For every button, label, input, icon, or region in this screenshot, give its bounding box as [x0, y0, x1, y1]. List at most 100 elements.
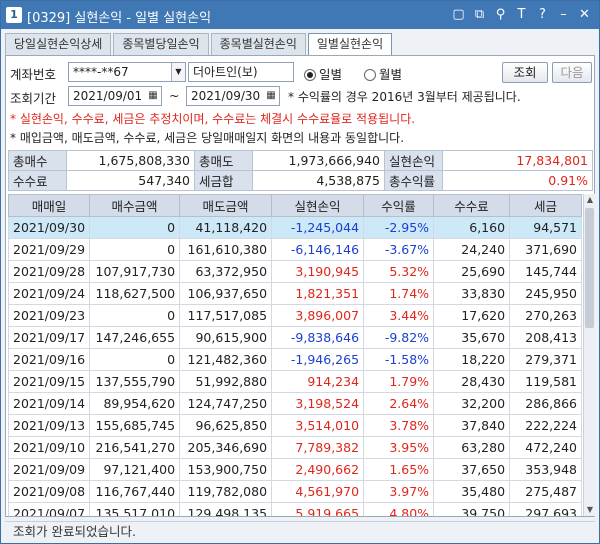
col-header-sell-amount[interactable]: 매도금액 — [179, 194, 273, 217]
help-icon[interactable]: ? — [534, 6, 551, 23]
cell-date: 2021/09/16 — [8, 348, 91, 371]
cell-fee: 35,670 — [433, 326, 511, 349]
cell-tax: 222,224 — [509, 414, 582, 437]
summary-table: 총매수 1,675,808,330 총매도 1,973,666,940 실현손익… — [8, 150, 593, 191]
scroll-up-icon[interactable]: ▲ — [584, 194, 596, 206]
cell-return: 5.32% — [363, 260, 435, 283]
cell-tax: 297,693 — [509, 502, 582, 516]
pin-icon[interactable]: ⚲ — [492, 6, 509, 23]
cell-date: 2021/09/17 — [8, 326, 91, 349]
cell-buy-amount: 107,917,730 — [89, 260, 181, 283]
minimize-icon[interactable]: – — [555, 6, 572, 23]
col-header-buy-amount[interactable]: 매수금액 — [89, 194, 181, 217]
cell-sell-amount: 117,517,085 — [179, 304, 273, 327]
font-size-icon[interactable]: T — [513, 6, 530, 23]
table-row[interactable]: 2021/09/28 107,917,730 63,372,950 3,190,945… — [8, 260, 582, 283]
realized-value: 17,834,801 — [442, 150, 593, 171]
window-icon[interactable]: ▢ — [450, 6, 467, 23]
table-row[interactable]: 2021/09/14 89,954,620 124,747,250 3,198,524… — [8, 392, 582, 415]
cell-fee: 37,840 — [433, 414, 511, 437]
tab-bar: 당일실현손익상세 종목별당일손익 종목별실현손익 일별실현손익 — [5, 33, 394, 55]
date-from-field[interactable]: 2021/09/01 ▦ — [68, 86, 162, 106]
cell-sell-amount: 119,782,080 — [179, 480, 273, 503]
cell-return: 3.78% — [363, 414, 435, 437]
cell-buy-amount: 135,517,010 — [89, 502, 181, 516]
radio-daily[interactable]: 일별 — [304, 64, 342, 83]
calendar-icon[interactable]: ▦ — [264, 88, 278, 104]
cell-fee: 18,220 — [433, 348, 511, 371]
cell-tax: 286,866 — [509, 392, 582, 415]
cell-sell-amount: 96,625,850 — [179, 414, 273, 437]
cell-realized-pnl: 3,190,945 — [271, 260, 365, 283]
cell-return: 1.79% — [363, 370, 435, 393]
col-header-date[interactable]: 매매일 — [8, 194, 91, 217]
cell-buy-amount: 147,246,655 — [89, 326, 181, 349]
table-row[interactable]: 2021/09/17 147,246,655 90,615,900 -9,838,64… — [8, 326, 582, 349]
col-header-fee[interactable]: 수수료 — [433, 194, 511, 217]
table-row[interactable]: 2021/09/09 97,121,400 153,900,750 2,490,662… — [8, 458, 582, 481]
next-button[interactable]: 다음 — [552, 62, 592, 83]
col-header-tax[interactable]: 세금 — [509, 194, 582, 217]
cell-sell-amount: 124,747,250 — [179, 392, 273, 415]
account-select[interactable]: ****-**67 ▼ — [68, 62, 186, 82]
radio-monthly-dot[interactable] — [364, 69, 376, 81]
table-row[interactable]: 2021/09/15 137,555,790 51,992,880 914,234 1.… — [8, 370, 582, 393]
cell-fee: 35,480 — [433, 480, 511, 503]
cell-return: 1.74% — [363, 282, 435, 305]
cell-fee: 25,690 — [433, 260, 511, 283]
cell-return: 3.97% — [363, 480, 435, 503]
col-header-realized-pnl[interactable]: 실현손익 — [271, 194, 365, 217]
cell-date: 2021/09/24 — [8, 282, 91, 305]
radio-monthly[interactable]: 월별 — [364, 64, 402, 83]
table-row[interactable]: 2021/09/13 155,685,745 96,625,850 3,514,010… — [8, 414, 582, 437]
cell-realized-pnl: -9,838,646 — [271, 326, 365, 349]
table-row[interactable]: 2021/09/07 135,517,010 129,498,135 5,919,66… — [8, 502, 582, 516]
col-header-return[interactable]: 수익률 — [363, 194, 435, 217]
table-row[interactable]: 2021/09/10 216,541,270 205,346,690 7,789,38… — [8, 436, 582, 459]
cell-sell-amount: 51,992,880 — [179, 370, 273, 393]
chevron-down-icon[interactable]: ▼ — [171, 63, 185, 81]
cell-return: -2.95% — [363, 216, 435, 239]
cell-return: 2.64% — [363, 392, 435, 415]
copy-icon[interactable]: ⧉ — [471, 6, 488, 23]
tab-stock-realized-pnl[interactable]: 종목별실현손익 — [210, 33, 306, 55]
cell-fee: 63,280 — [433, 436, 511, 459]
cell-date: 2021/09/23 — [8, 304, 91, 327]
table-row[interactable]: 2021/09/08 116,767,440 119,782,080 4,561,97… — [8, 480, 582, 503]
table-row[interactable]: 2021/09/16 0 121,482,360 -1,946,265 -1.58% 18… — [8, 348, 582, 371]
cell-tax: 94,571 — [509, 216, 582, 239]
daily-pnl-grid[interactable]: 매매일 매수금액 매도금액 실현손익 수익률 수수료 세금 2021/09/30… — [8, 194, 582, 516]
cell-buy-amount: 216,541,270 — [89, 436, 181, 459]
scroll-down-icon[interactable]: ▼ — [584, 504, 596, 516]
date-to-field[interactable]: 2021/09/30 ▦ — [186, 86, 280, 106]
tab-daily-realized-pnl[interactable]: 일별실현손익 — [307, 33, 393, 55]
cell-buy-amount: 0 — [89, 304, 181, 327]
cell-tax: 472,240 — [509, 436, 582, 459]
cell-return: 3.95% — [363, 436, 435, 459]
total-buy-label: 총매수 — [8, 150, 67, 171]
period-tilde: ~ — [169, 88, 180, 103]
account-name-field: 더아트인(보) — [188, 62, 294, 82]
cell-buy-amount: 89,954,620 — [89, 392, 181, 415]
tab-stock-daily-pnl[interactable]: 종목별당일손익 — [113, 33, 209, 55]
table-row[interactable]: 2021/09/24 118,627,500 106,937,650 1,821,35… — [8, 282, 582, 305]
table-row[interactable]: 2021/09/29 0 161,610,380 -6,146,146 -3.67% 24… — [8, 238, 582, 261]
table-row[interactable]: 2021/09/30 0 41,118,420 -1,245,044 -2.95% 6,1… — [8, 216, 582, 239]
tax-label: 세금합 — [194, 170, 253, 191]
cell-fee: 24,240 — [433, 238, 511, 261]
cell-sell-amount: 205,346,690 — [179, 436, 273, 459]
tab-daily-realized-detail[interactable]: 당일실현손익상세 — [5, 33, 112, 55]
cell-realized-pnl: 914,234 — [271, 370, 365, 393]
table-row[interactable]: 2021/09/23 0 117,517,085 3,896,007 3.44% 17,6… — [8, 304, 582, 327]
period-note: * 수익률의 경우 2016년 3월부터 제공됩니다. — [288, 90, 521, 104]
vertical-scrollbar[interactable]: ▲ ▼ — [583, 194, 595, 516]
radio-daily-dot[interactable] — [304, 69, 316, 81]
close-icon[interactable]: ✕ — [576, 6, 593, 23]
status-bar: 조회가 완료되었습니다. — [5, 521, 595, 541]
calendar-icon[interactable]: ▦ — [146, 88, 160, 104]
tab-content: 계좌번호 ****-**67 ▼ 더아트인(보) 일별 월별 조회 다음 조회기… — [5, 55, 595, 517]
scrollbar-thumb[interactable] — [585, 208, 594, 328]
cell-tax: 270,263 — [509, 304, 582, 327]
query-button[interactable]: 조회 — [502, 62, 548, 83]
cell-realized-pnl: 7,789,382 — [271, 436, 365, 459]
